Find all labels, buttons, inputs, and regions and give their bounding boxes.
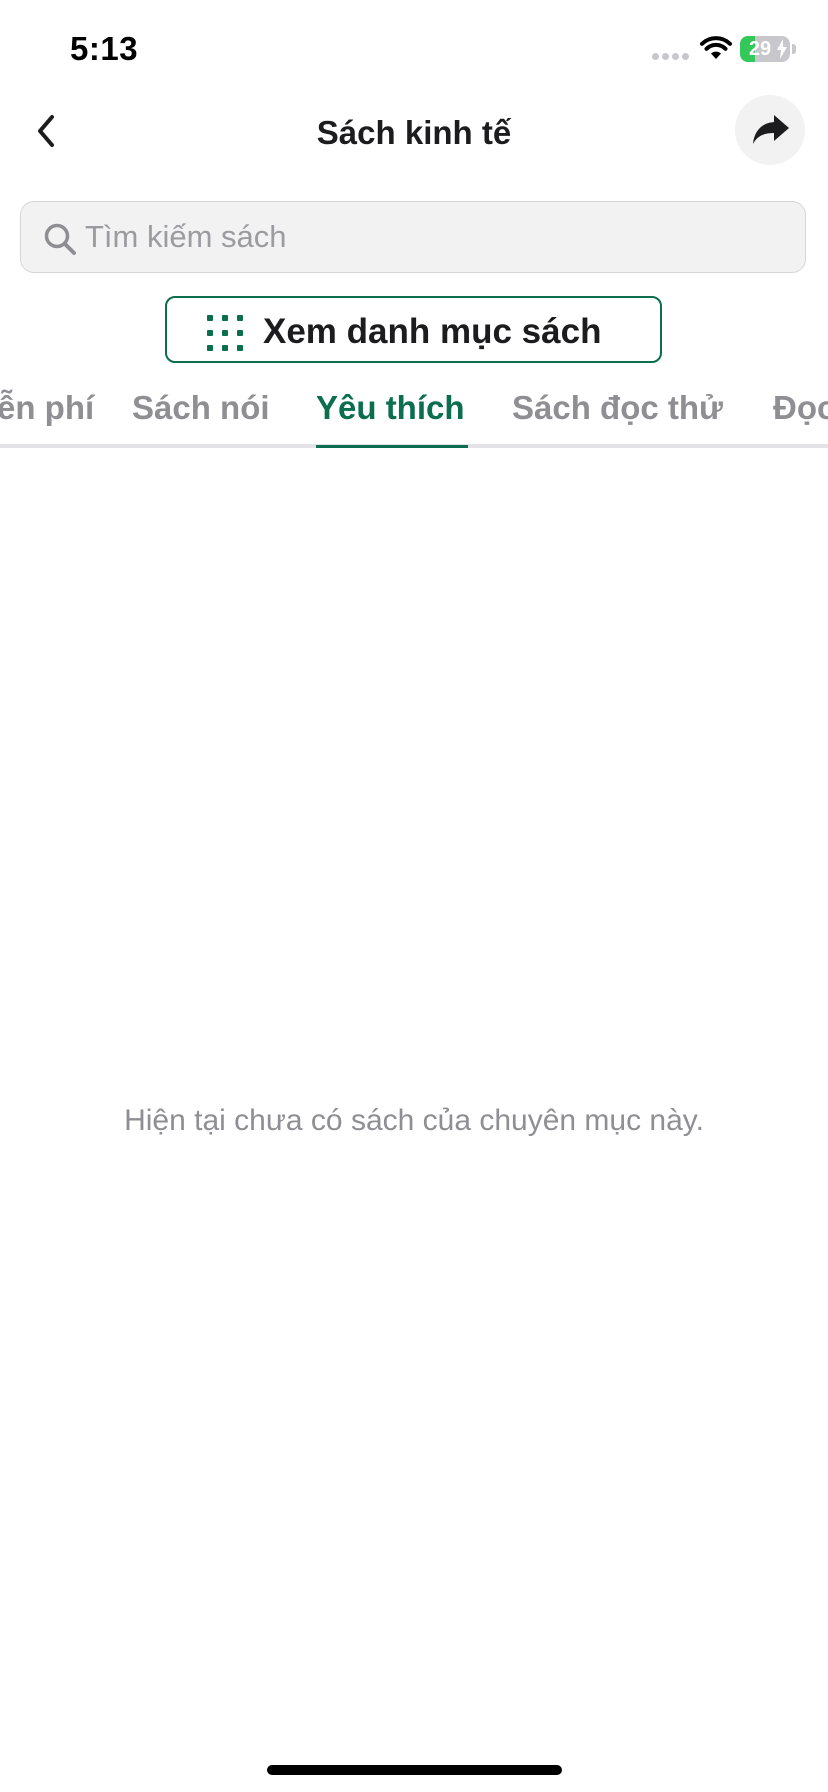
tab-free[interactable]: ễn phí — [0, 389, 94, 427]
share-button[interactable] — [735, 95, 805, 165]
grid-icon — [207, 315, 243, 351]
battery-level: 29 — [748, 38, 772, 60]
home-indicator[interactable] — [267, 1765, 562, 1775]
signal-icon — [652, 53, 690, 61]
empty-state-message: Hiện tại chưa có sách của chuyên mục này… — [124, 1104, 704, 1137]
page-title: Sách kinh tế — [316, 114, 512, 151]
nav-bar: Sách kinh tế — [0, 95, 828, 170]
view-categories-button[interactable]: Xem danh mục sách — [165, 296, 662, 363]
tab-audiobooks[interactable]: Sách nói — [132, 389, 270, 427]
search-input[interactable] — [83, 202, 785, 271]
battery-tip — [792, 44, 796, 54]
tab-favorites[interactable]: Yêu thích — [316, 389, 465, 427]
share-arrow-icon — [753, 115, 789, 144]
status-bar: 5:13 29 — [0, 0, 828, 100]
category-button-label: Xem danh mục sách — [263, 312, 602, 351]
tab-reading[interactable]: Đọc — [773, 389, 828, 427]
status-time: 5:13 — [70, 30, 139, 67]
search-icon — [44, 223, 76, 255]
search-box[interactable] — [20, 201, 806, 273]
wifi-icon — [700, 36, 732, 59]
tab-preview-books[interactable]: Sách đọc thử — [512, 389, 723, 427]
charging-bolt-icon — [777, 39, 787, 59]
tab-bar: ễn phí Sách nói Yêu thích Sách đọc thử Đ… — [0, 385, 828, 449]
battery-icon: 29 — [740, 36, 790, 62]
active-tab-indicator — [316, 445, 468, 448]
